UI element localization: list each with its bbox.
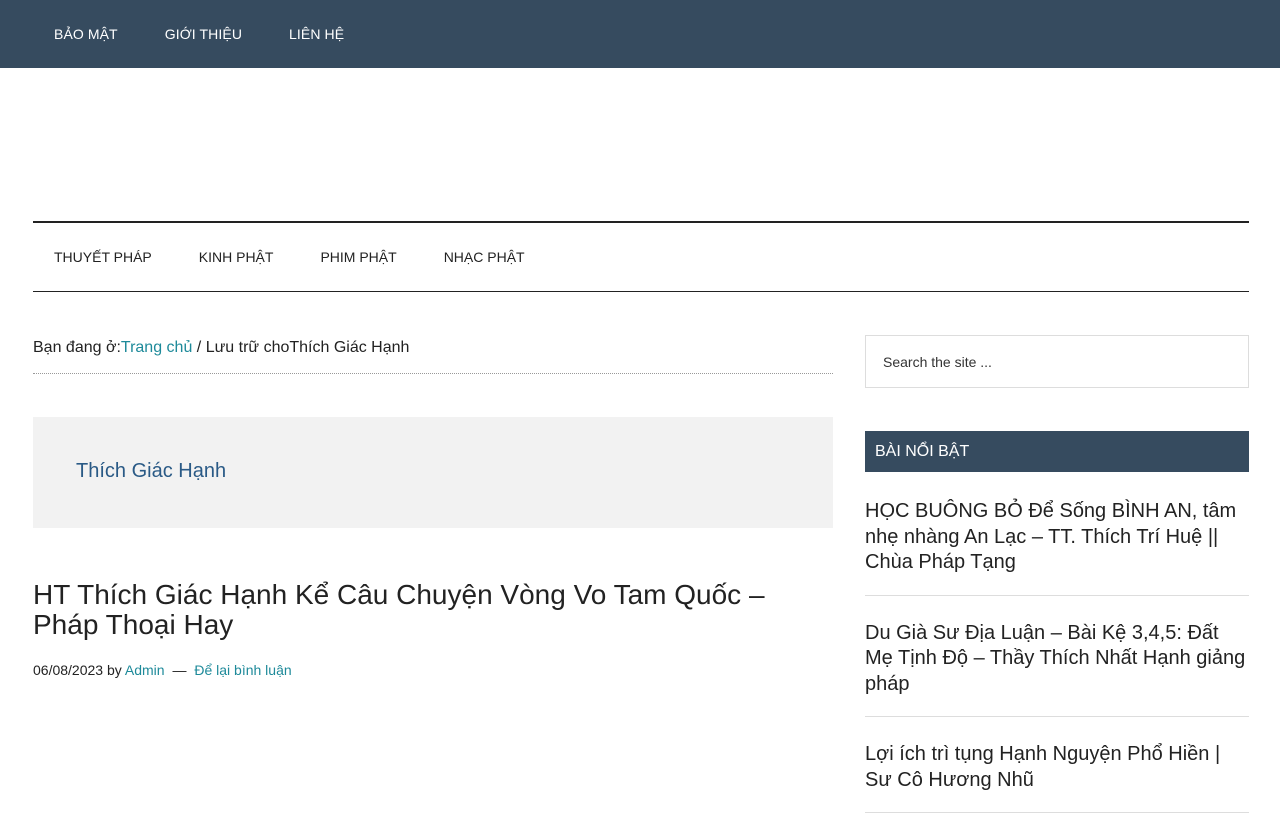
featured-widget-title: BÀI NỔI BẬT [865, 431, 1249, 472]
post-comments-link[interactable]: Để lại bình luận [194, 662, 291, 678]
main-nav-item-phim-phat[interactable]: PHIM PHẬT [320, 249, 396, 265]
breadcrumb-prefix: Bạn đang ở: [33, 339, 121, 356]
post-author-link[interactable]: Admin [125, 662, 165, 678]
featured-posts-list: HỌC BUÔNG BỎ Để Sống BÌNH AN, tâm nhẹ nh… [865, 499, 1249, 838]
top-nav-item-gioi-thieu[interactable]: GIỚI THIỆU [165, 26, 242, 42]
featured-post-item: Du Già Sư Địa Luận – Bài Kệ 3,4,5: Đất M… [865, 621, 1249, 717]
post-title: HT Thích Giác Hạnh Kể Câu Chuyện Vòng Vo… [33, 580, 833, 640]
post-meta: 06/08/2023 by Admin — Để lại bình luận [33, 662, 292, 678]
breadcrumb: Bạn đang ở:Trang chủ / Lưu trữ choThích … [33, 339, 833, 374]
top-nav: BẢO MẬT GIỚI THIỆU LIÊN HỆ [54, 0, 391, 68]
featured-post-link[interactable]: HỌC BUÔNG BỎ Để Sống BÌNH AN, tâm nhẹ nh… [865, 499, 1249, 576]
featured-post-item: HỌC BUÔNG BỎ Để Sống BÌNH AN, tâm nhẹ nh… [865, 499, 1249, 596]
breadcrumb-separator: / [192, 339, 206, 356]
post-date: 06/08/2023 [33, 662, 104, 678]
breadcrumb-home-link[interactable]: Trang chủ [121, 339, 192, 356]
main-nav: THUYẾT PHÁP KINH PHẬT PHIM PHẬT NHẠC PHẬ… [54, 223, 572, 291]
meta-dash: — [172, 662, 187, 678]
main-nav-item-kinh-phat[interactable]: KINH PHẬT [199, 249, 274, 265]
top-bar: BẢO MẬT GIỚI THIỆU LIÊN HỆ [0, 0, 1280, 68]
post-by: by [106, 662, 122, 678]
main-nav-item-thuyet-phap[interactable]: THUYẾT PHÁP [54, 249, 152, 265]
main-nav-item-nhac-phat[interactable]: NHẠC PHẬT [444, 249, 525, 265]
main-nav-bar: THUYẾT PHÁP KINH PHẬT PHIM PHẬT NHẠC PHẬ… [33, 221, 1249, 292]
top-nav-item-bao-mat[interactable]: BẢO MẬT [54, 26, 118, 42]
top-nav-item-lien-he[interactable]: LIÊN HỆ [289, 26, 344, 42]
archive-description: Thích Giác Hạnh [33, 417, 833, 528]
featured-post-item: Lợi ích trì tụng Hạnh Nguyện Phổ Hiền | … [865, 742, 1249, 813]
breadcrumb-archive-prefix: Lưu trữ cho [205, 339, 290, 356]
breadcrumb-current: Thích Giác Hạnh [289, 339, 410, 356]
post-title-link[interactable]: HT Thích Giác Hạnh Kể Câu Chuyện Vòng Vo… [33, 579, 765, 640]
featured-post-link[interactable]: Du Già Sư Địa Luận – Bài Kệ 3,4,5: Đất M… [865, 621, 1249, 698]
archive-title: Thích Giác Hạnh [76, 460, 227, 482]
search-input[interactable] [865, 335, 1249, 388]
